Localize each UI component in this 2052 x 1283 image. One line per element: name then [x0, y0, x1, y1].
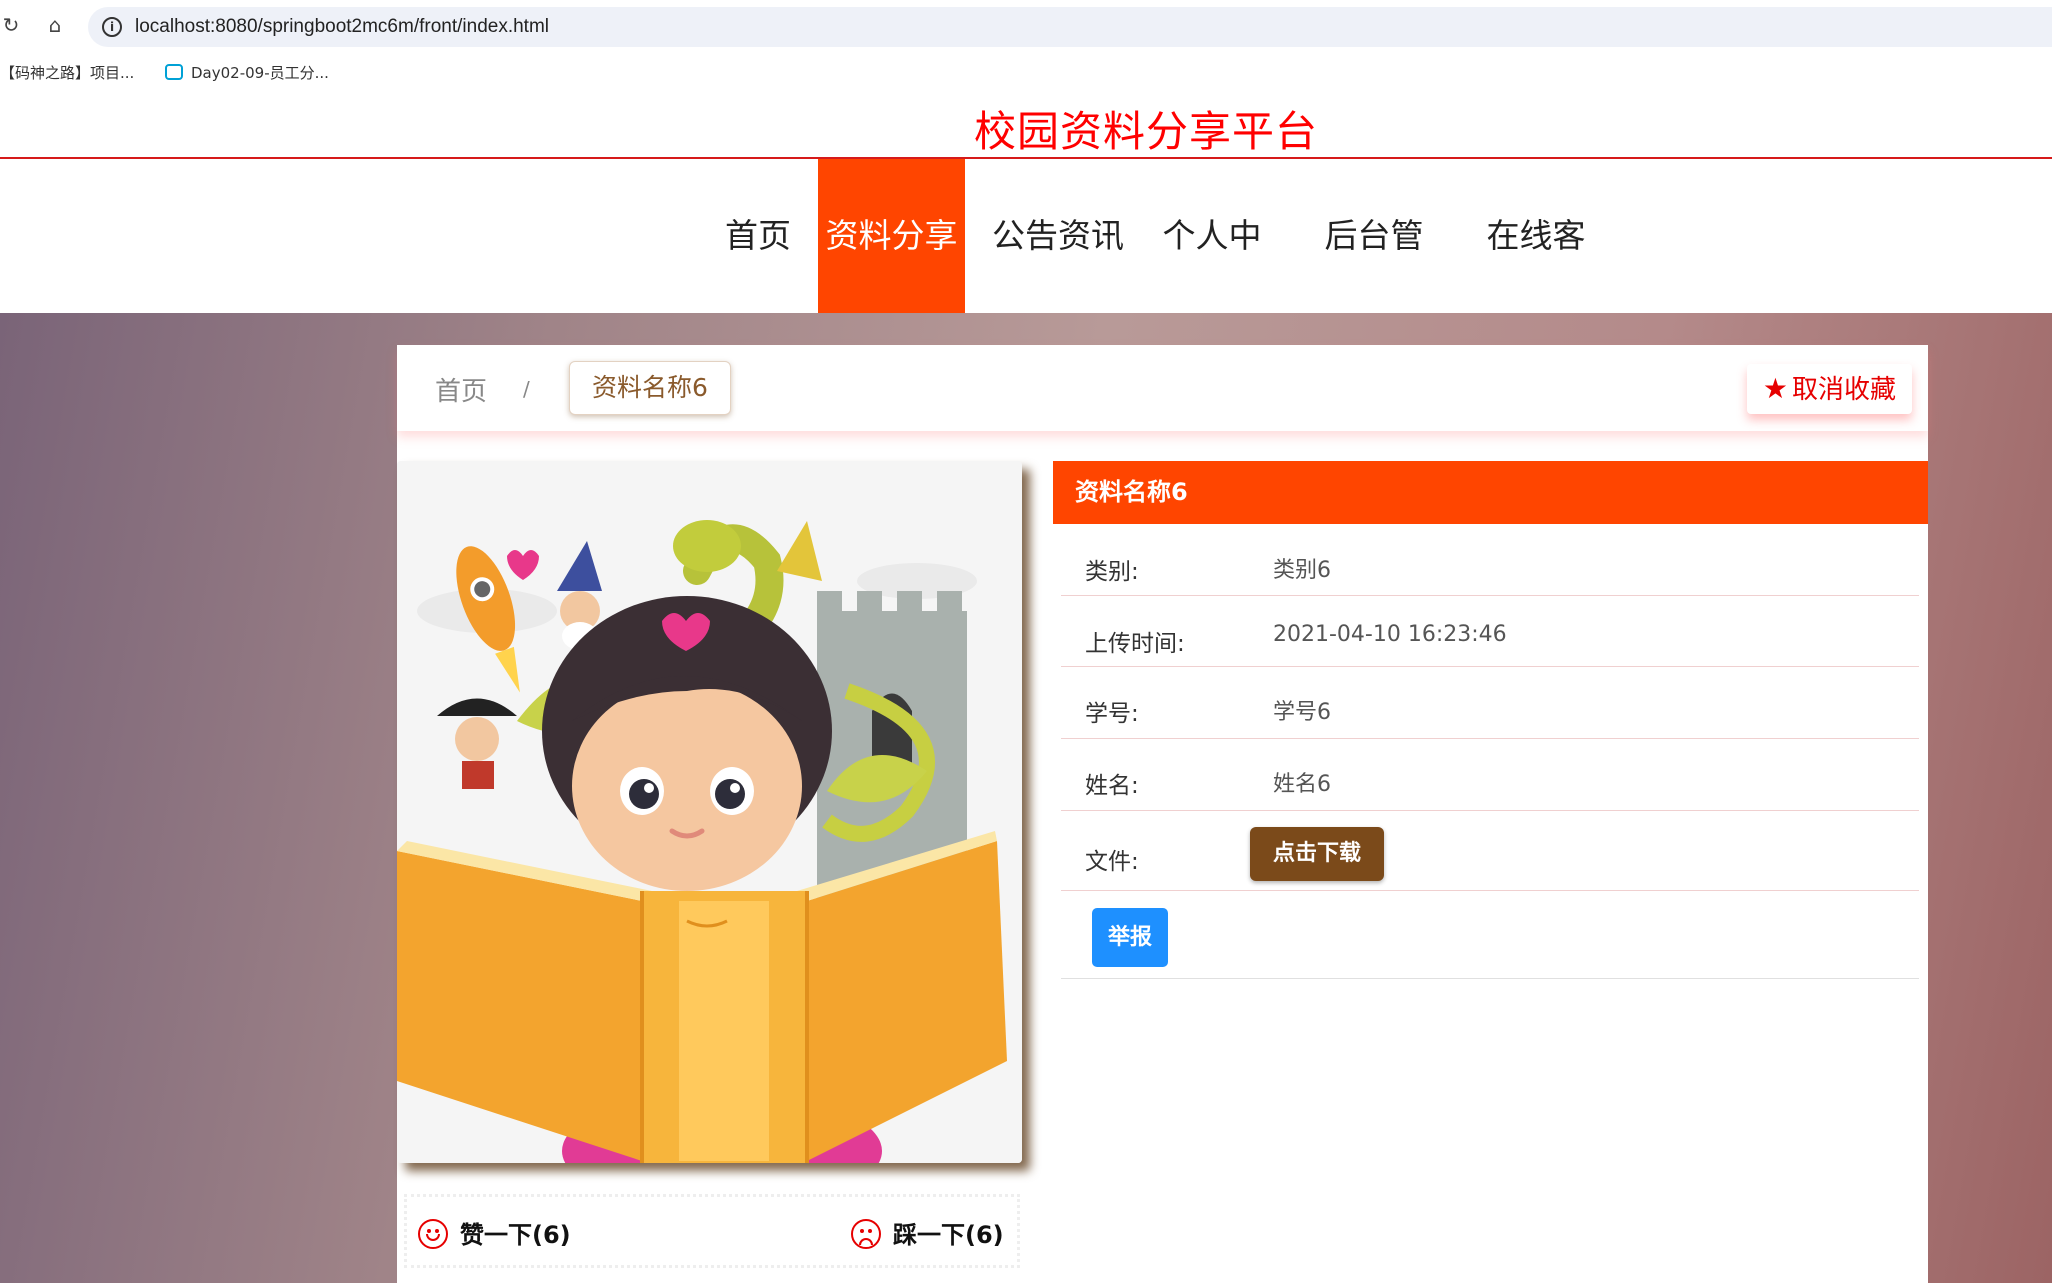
bookmark-item[interactable]: Day02-09-员工分...: [165, 62, 329, 83]
unfavorite-button[interactable]: ★ 取消收藏: [1746, 364, 1912, 414]
dislike-label: 踩一下(6): [893, 1221, 1004, 1249]
reload-icon[interactable]: ↻: [0, 14, 22, 36]
detail-bottom-divider: [1061, 978, 1919, 979]
detail-row-file: 文件:: [1061, 811, 1919, 891]
detail-row-student-id: 学号: 学号6: [1061, 667, 1919, 739]
nav-item-admin[interactable]: 后台管理: [1309, 159, 1439, 409]
download-button[interactable]: 点击下载: [1250, 827, 1384, 881]
unfavorite-label: 取消收藏: [1791, 375, 1896, 405]
nav-item-home[interactable]: 首页: [718, 159, 798, 313]
nav-item-profile[interactable]: 个人中心: [1147, 159, 1277, 409]
name-label: 姓名:: [1085, 773, 1139, 799]
resource-cover-image: [397, 461, 1022, 1163]
student-id-value: 学号6: [1273, 700, 1331, 725]
student-id-label: 学号:: [1085, 701, 1139, 727]
dislike-button[interactable]: 踩一下(6): [851, 1215, 1004, 1250]
name-value: 姓名6: [1273, 772, 1331, 797]
bilibili-icon: [165, 64, 183, 80]
site-info-icon[interactable]: i: [102, 17, 122, 37]
report-button[interactable]: 举报: [1092, 908, 1168, 967]
star-icon: ★: [1762, 372, 1788, 405]
breadcrumb: 首页 / 资料名称6 ★ 取消收藏: [397, 345, 1928, 431]
like-button[interactable]: 赞一下(6): [418, 1215, 571, 1250]
breadcrumb-separator: /: [523, 377, 530, 401]
bookmarks-bar: 【码神之路】项目... Day02-09-员工分...: [0, 56, 2052, 90]
main-nav: 首页 资料分享 公告资讯 个人中心 后台管理 在线客服: [0, 159, 2052, 409]
detail-row-upload-time: 上传时间: 2021-04-10 16:23:46: [1061, 596, 1919, 667]
bookmark-label: Day02-09-员工分...: [191, 64, 329, 82]
breadcrumb-home[interactable]: 首页: [435, 371, 487, 408]
nav-item-support[interactable]: 在线客服: [1471, 159, 1601, 409]
category-label: 类别:: [1085, 559, 1139, 585]
like-label: 赞一下(6): [460, 1221, 571, 1249]
bookmark-item[interactable]: 【码神之路】项目...: [0, 62, 134, 83]
url-field[interactable]: i localhost:8080/springboot2mc6m/front/i…: [88, 7, 2052, 47]
site-title: 校园资料分享平台: [973, 107, 1318, 156]
browser-address-bar: ↻ ⌂ i localhost:8080/springboot2mc6m/fro…: [0, 0, 2052, 52]
nav-item-announcements[interactable]: 公告资讯: [985, 159, 1131, 313]
url-text[interactable]: localhost:8080/springboot2mc6m/front/ind…: [135, 16, 549, 38]
smile-icon: [418, 1219, 448, 1249]
vote-bar: 赞一下(6) 踩一下(6): [404, 1194, 1020, 1268]
detail-row-category: 类别: 类别6: [1061, 524, 1919, 596]
home-icon[interactable]: ⌂: [44, 14, 66, 36]
frown-icon: [851, 1219, 881, 1249]
upload-time-value: 2021-04-10 16:23:46: [1273, 622, 1507, 647]
reading-girl-illustration: [397, 461, 1022, 1163]
file-label: 文件:: [1085, 849, 1139, 875]
detail-title: 资料名称6: [1053, 461, 1928, 524]
upload-time-label: 上传时间:: [1085, 631, 1185, 657]
nav-item-resources[interactable]: 资料分享: [818, 159, 965, 313]
category-value: 类别6: [1273, 558, 1331, 583]
breadcrumb-current: 资料名称6: [569, 361, 731, 415]
detail-row-name: 姓名: 姓名6: [1061, 739, 1919, 811]
